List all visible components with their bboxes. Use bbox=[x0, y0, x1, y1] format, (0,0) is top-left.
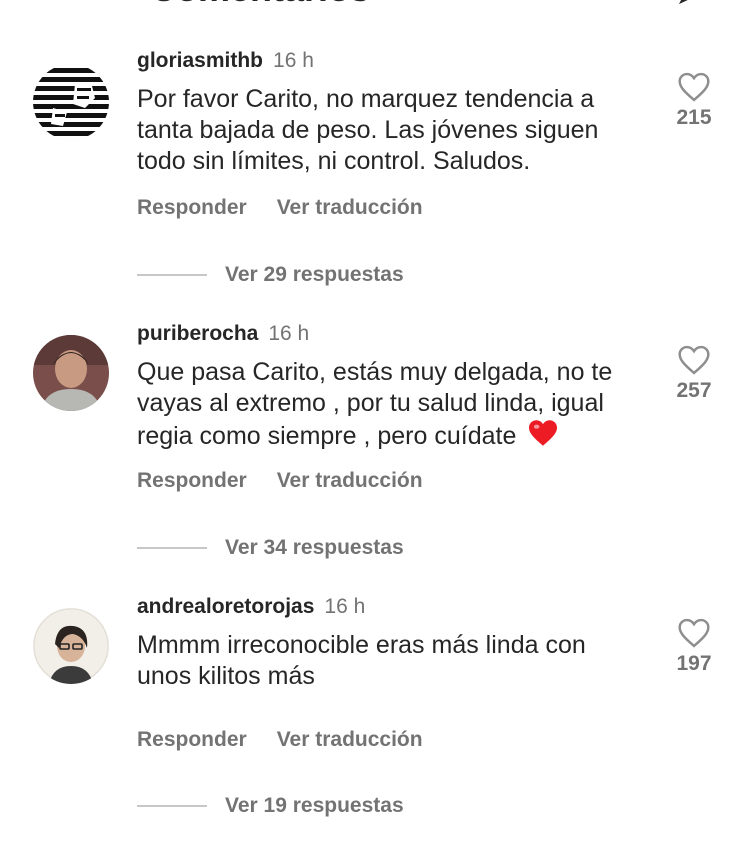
heart-icon[interactable] bbox=[677, 345, 711, 375]
comment-header: andrealoretorojas 16 h bbox=[137, 594, 365, 620]
back-arrow-icon[interactable]: ‹ bbox=[38, 0, 49, 8]
replies-divider-line bbox=[137, 274, 207, 277]
comment-header: puriberocha 16 h bbox=[137, 321, 309, 347]
comment-actions: Responder Ver traducción bbox=[137, 196, 423, 220]
red-heart-emoji-icon bbox=[529, 420, 558, 446]
replies-divider-line bbox=[137, 805, 207, 808]
reply-button[interactable]: Responder bbox=[137, 728, 247, 751]
like-count: 257 bbox=[676, 379, 712, 402]
page-title: Comentarios bbox=[150, 0, 370, 8]
view-replies[interactable]: Ver 19 respuestas bbox=[137, 794, 404, 818]
timestamp: 16 h bbox=[273, 49, 314, 72]
avatar-stripes-image bbox=[33, 64, 109, 140]
replies-divider-line bbox=[137, 547, 207, 550]
like-column: 257 bbox=[670, 345, 718, 403]
comment-header: gloriasmithb 16 h bbox=[137, 48, 314, 74]
see-translation-button[interactable]: Ver traducción bbox=[277, 196, 423, 219]
username[interactable]: gloriasmithb bbox=[137, 49, 263, 72]
see-translation-button[interactable]: Ver traducción bbox=[277, 728, 423, 751]
heart-icon[interactable] bbox=[677, 618, 711, 648]
reply-button[interactable]: Responder bbox=[137, 469, 247, 492]
see-translation-button[interactable]: Ver traducción bbox=[277, 469, 423, 492]
like-count: 197 bbox=[676, 652, 712, 675]
avatar-photo-image bbox=[33, 608, 109, 684]
avatar-photo-image bbox=[33, 335, 109, 411]
like-column: 197 bbox=[670, 618, 718, 676]
view-replies-label[interactable]: Ver 34 respuestas bbox=[225, 536, 404, 559]
heart-icon[interactable] bbox=[677, 72, 711, 102]
timestamp: 16 h bbox=[268, 322, 310, 345]
view-replies-label[interactable]: Ver 29 respuestas bbox=[225, 263, 404, 286]
view-replies[interactable]: Ver 34 respuestas bbox=[137, 536, 404, 560]
comment-text: Por favor Carito, no marquez tendencia a… bbox=[137, 85, 599, 175]
like-count: 215 bbox=[676, 106, 712, 129]
comment-text: Que pasa Carito, estás muy delgada, no t… bbox=[137, 357, 637, 452]
comment-actions: Responder Ver traducción bbox=[137, 728, 423, 752]
send-icon[interactable]: ➤ bbox=[676, 0, 698, 8]
timestamp: 16 h bbox=[324, 595, 366, 618]
comment-actions: Responder Ver traducción bbox=[137, 469, 423, 493]
username[interactable]: andrealoretorojas bbox=[137, 595, 314, 618]
comment-text: Mmmm irreconocible eras más linda con un… bbox=[137, 631, 586, 690]
reply-button[interactable]: Responder bbox=[137, 196, 247, 219]
view-replies[interactable]: Ver 29 respuestas bbox=[137, 263, 404, 287]
next-comment-peek bbox=[137, 850, 637, 859]
like-column: 215 bbox=[670, 72, 718, 130]
username[interactable]: puriberocha bbox=[137, 322, 258, 345]
avatar[interactable] bbox=[33, 335, 109, 411]
view-replies-label[interactable]: Ver 19 respuestas bbox=[225, 794, 404, 817]
top-bar: ‹ Comentarios ➤ bbox=[0, 0, 756, 12]
avatar[interactable] bbox=[33, 608, 109, 684]
avatar[interactable] bbox=[33, 64, 109, 140]
